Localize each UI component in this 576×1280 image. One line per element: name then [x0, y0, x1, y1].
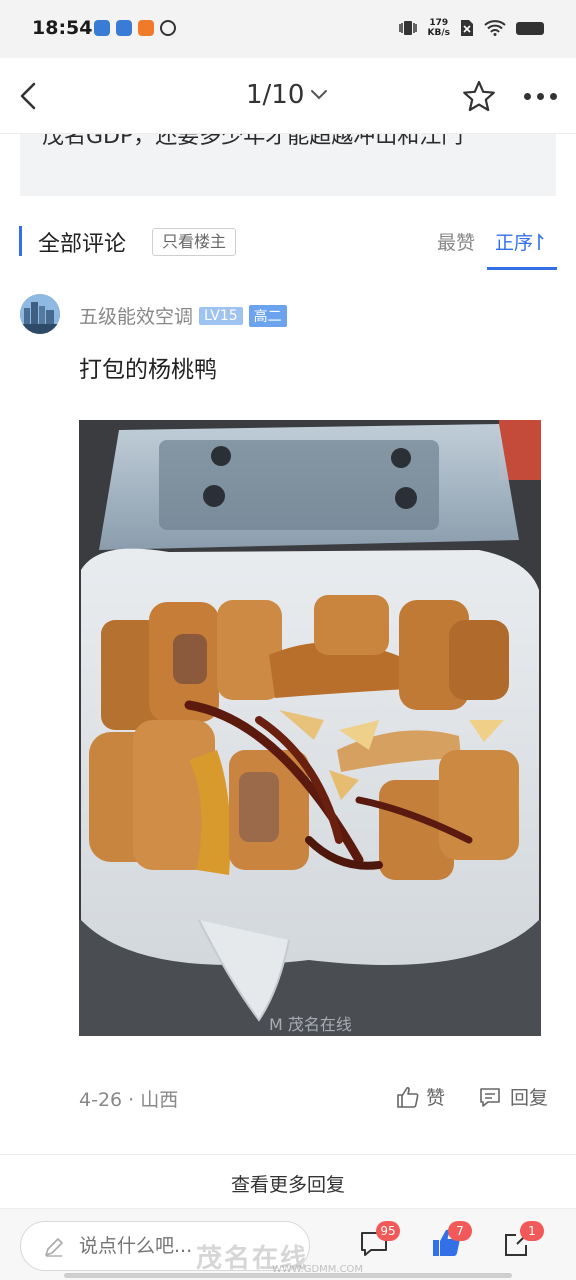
- status-bar: 18:54 179 KB/s: [0, 0, 576, 58]
- back-button[interactable]: [12, 78, 48, 114]
- news-app-icon: [138, 20, 154, 36]
- comment-text: 打包的杨桃鸭: [79, 357, 217, 383]
- page-indicator-text: 1/10: [246, 80, 305, 110]
- favorite-button[interactable]: [460, 78, 498, 116]
- level-badge: LV15: [199, 306, 243, 325]
- like-count-button[interactable]: 7: [430, 1221, 472, 1259]
- share-button[interactable]: 1: [502, 1221, 544, 1259]
- comment-meta: 4-26 · 山西: [79, 1089, 179, 1111]
- dot-icon: [536, 92, 544, 100]
- sort-by-likes-tab[interactable]: 最赞: [437, 228, 475, 255]
- quoted-post[interactable]: 茂名GDP，还要多少年才能超越冲山和江门: [20, 134, 556, 196]
- reply-label: 回复: [510, 1087, 549, 1109]
- comment-bubble-icon: [480, 1087, 500, 1107]
- comment-author-row: 五级能效空调 LV15 高二: [79, 302, 287, 329]
- more-options-button[interactable]: [520, 84, 560, 108]
- thumbs-up-icon: [397, 1086, 419, 1108]
- comments-title: 全部评论: [38, 232, 127, 257]
- notification-icons: [94, 20, 176, 36]
- system-status-icons: 179 KB/s: [398, 18, 544, 38]
- sort-arrow-icon: [538, 233, 544, 250]
- star-icon: [463, 80, 495, 112]
- active-tab-underline: [487, 267, 557, 270]
- home-indicator[interactable]: [64, 1273, 512, 1278]
- view-more-replies[interactable]: 查看更多回复: [0, 1170, 576, 1197]
- dot-icon: [549, 92, 557, 100]
- comments-count-button[interactable]: 95: [358, 1221, 400, 1259]
- top-nav: 1/10: [0, 58, 576, 134]
- comment-count-badge: 95: [376, 1221, 400, 1241]
- section-accent-bar: [19, 226, 22, 256]
- sort-chronological-tab[interactable]: 正序: [495, 228, 545, 255]
- reply-button[interactable]: 回复: [478, 1083, 548, 1110]
- net-speed-unit: KB/s: [427, 28, 450, 38]
- pencil-icon: [45, 1238, 63, 1257]
- net-speed: 179 KB/s: [428, 18, 450, 38]
- sim-off-icon: [461, 20, 473, 36]
- status-time: 18:54: [32, 17, 93, 39]
- vibrate-icon: [398, 21, 417, 35]
- comments-header: 全部评论 只看楼主 最赞 正序: [0, 222, 576, 270]
- sort-chronological-label: 正序: [495, 232, 534, 254]
- comment-photo[interactable]: M 茂名在线: [79, 420, 541, 1036]
- sync-icon: [160, 20, 176, 36]
- baidu-app-icon: [94, 20, 110, 36]
- avatar[interactable]: [20, 294, 60, 334]
- chevron-left-icon: [20, 82, 36, 110]
- svg-text:M 茂名在线: M 茂名在线: [269, 1015, 352, 1034]
- comment-input-box[interactable]: [20, 1221, 310, 1271]
- food-photo-illustration: M 茂名在线: [79, 420, 541, 1036]
- divider: [0, 1154, 576, 1155]
- avatar-image: [20, 294, 60, 334]
- share-count-badge: 1: [520, 1221, 544, 1241]
- username[interactable]: 五级能效空调: [79, 302, 193, 329]
- net-speed-value: 179: [429, 18, 449, 28]
- like-label: 赞: [426, 1087, 446, 1109]
- battery-icon: [516, 21, 544, 35]
- comment-input[interactable]: [79, 1235, 279, 1257]
- dot-icon: [523, 92, 531, 100]
- baidu-app-icon-2: [116, 20, 132, 36]
- quoted-post-text: 茂名GDP，还要多少年才能超越冲山和江门: [42, 134, 464, 149]
- page-selector[interactable]: 1/10: [246, 80, 328, 110]
- like-count-badge: 7: [448, 1221, 472, 1241]
- bottom-action-bar: 95 7 1: [0, 1208, 576, 1280]
- chevron-down-icon: [311, 90, 328, 100]
- wifi-icon: [484, 20, 506, 36]
- like-button[interactable]: 赞: [396, 1083, 445, 1110]
- grade-badge: 高二: [248, 304, 287, 327]
- op-only-button[interactable]: 只看楼主: [152, 228, 237, 256]
